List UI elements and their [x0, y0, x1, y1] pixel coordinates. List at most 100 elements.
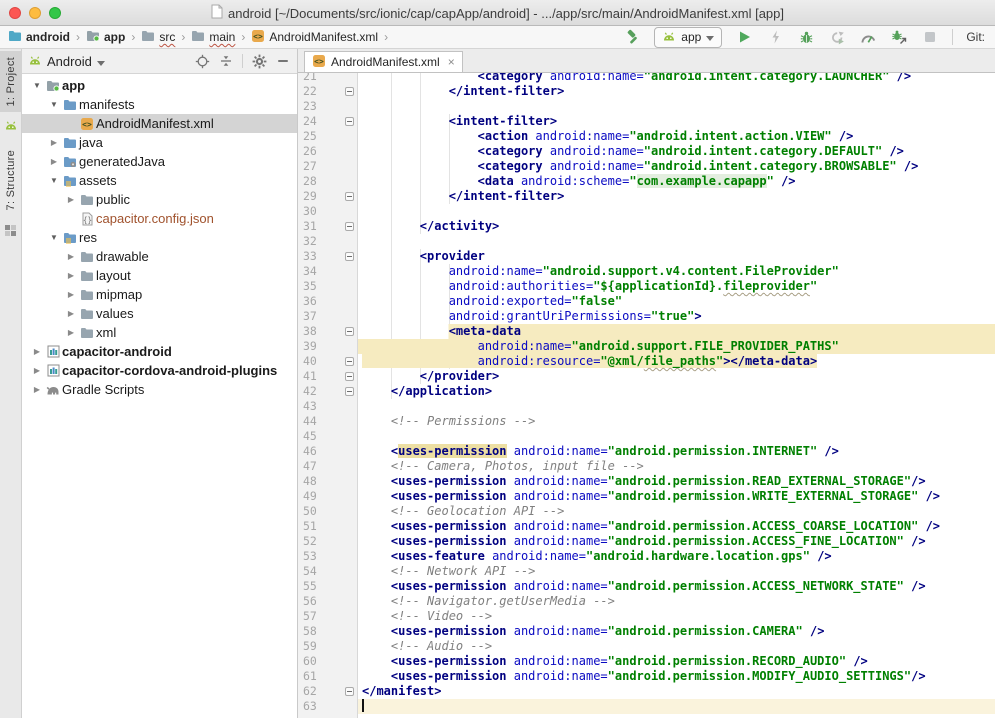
code-line[interactable]: <!-- Geolocation API -->: [358, 504, 995, 519]
tree-item-capacitor-cordova-android-plugins[interactable]: ▶capacitor-cordova-android-plugins: [22, 361, 297, 380]
tool-stripe-tab-7-structure[interactable]: 7: Structure: [0, 144, 22, 216]
code-line[interactable]: <meta-data: [358, 324, 995, 339]
code-line[interactable]: <!-- Camera, Photos, input file -->: [358, 459, 995, 474]
fold-marker-icon[interactable]: [345, 372, 354, 381]
tool-stripe-tab-1-project[interactable]: 1: Project: [0, 51, 22, 112]
expanded-arrow-icon[interactable]: ▼: [47, 233, 61, 242]
code-line[interactable]: <uses-permission android:name="android.p…: [358, 624, 995, 639]
collapsed-arrow-icon[interactable]: ▶: [64, 195, 78, 204]
breadcrumb-item-main[interactable]: main: [189, 29, 237, 46]
collapsed-arrow-icon[interactable]: ▶: [30, 347, 44, 356]
code-line[interactable]: [358, 399, 995, 414]
tree-item-public[interactable]: ▶public: [22, 190, 297, 209]
tree-item-app[interactable]: ▼app: [22, 76, 297, 95]
code-line[interactable]: android:resource="@xml/file_paths"></met…: [358, 354, 995, 369]
fold-marker-icon[interactable]: [345, 327, 354, 336]
code-line[interactable]: [358, 99, 995, 114]
collapsed-arrow-icon[interactable]: ▶: [30, 385, 44, 394]
code-line[interactable]: android:exported="false": [358, 294, 995, 309]
code-line[interactable]: <action android:name="android.intent.act…: [358, 129, 995, 144]
code-line[interactable]: </application>: [358, 384, 995, 399]
code-line[interactable]: <!-- Navigator.getUserMedia -->: [358, 594, 995, 609]
settings-icon[interactable]: [251, 53, 267, 69]
code-line[interactable]: android:name="android.support.v4.content…: [358, 264, 995, 279]
code-line[interactable]: <uses-permission android:name="android.p…: [358, 474, 995, 489]
tree-item-generatedjava[interactable]: ▶generatedJava: [22, 152, 297, 171]
tree-item-capacitor-config-json[interactable]: {}capacitor.config.json: [22, 209, 297, 228]
code-line[interactable]: [358, 234, 995, 249]
code-line[interactable]: <intent-filter>: [358, 114, 995, 129]
tree-item-java[interactable]: ▶java: [22, 133, 297, 152]
code-line[interactable]: <category android:name="android.intent.c…: [358, 73, 995, 84]
code-line[interactable]: <!-- Permissions -->: [358, 414, 995, 429]
tree-item-assets[interactable]: ▼assets: [22, 171, 297, 190]
editor-tab-androidmanifest[interactable]: <> AndroidManifest.xml ×: [304, 51, 463, 72]
debug-icon[interactable]: [797, 28, 815, 46]
close-tab-icon[interactable]: ×: [448, 55, 455, 69]
code-line[interactable]: <uses-permission android:name="android.p…: [358, 444, 995, 459]
collapsed-arrow-icon[interactable]: ▶: [64, 290, 78, 299]
collapsed-arrow-icon[interactable]: ▶: [64, 271, 78, 280]
code-line[interactable]: <uses-feature android:name="android.hard…: [358, 549, 995, 564]
tree-item-drawable[interactable]: ▶drawable: [22, 247, 297, 266]
fold-marker-icon[interactable]: [345, 387, 354, 396]
fold-marker-icon[interactable]: [345, 687, 354, 696]
code-line[interactable]: <category android:name="android.intent.c…: [358, 159, 995, 174]
breadcrumb-item-src[interactable]: src: [139, 29, 177, 46]
tree-item-mipmap[interactable]: ▶mipmap: [22, 285, 297, 304]
breadcrumb-item-android[interactable]: android: [6, 29, 72, 46]
run-configuration-select[interactable]: app: [654, 27, 722, 48]
fold-marker-icon[interactable]: [345, 117, 354, 126]
collapsed-arrow-icon[interactable]: ▶: [64, 252, 78, 261]
code-line[interactable]: <uses-permission android:name="android.p…: [358, 579, 995, 594]
collapsed-arrow-icon[interactable]: ▶: [47, 157, 61, 166]
code-line[interactable]: <uses-permission android:name="android.p…: [358, 519, 995, 534]
code-line[interactable]: <!-- Video -->: [358, 609, 995, 624]
build-hammer-icon[interactable]: [623, 28, 641, 46]
code-line[interactable]: <uses-permission android:name="android.p…: [358, 654, 995, 669]
fold-marker-icon[interactable]: [345, 87, 354, 96]
breadcrumb-item-app[interactable]: app: [84, 29, 127, 46]
code-line[interactable]: </intent-filter>: [358, 84, 995, 99]
code-line[interactable]: </provider>: [358, 369, 995, 384]
hide-icon[interactable]: [275, 53, 291, 69]
code-line[interactable]: android:name="android.support.FILE_PROVI…: [358, 339, 995, 354]
collapsed-arrow-icon[interactable]: ▶: [64, 328, 78, 337]
collapse-all-icon[interactable]: [218, 53, 234, 69]
collapsed-arrow-icon[interactable]: ▶: [47, 138, 61, 147]
run-icon[interactable]: [735, 28, 753, 46]
tree-item-values[interactable]: ▶values: [22, 304, 297, 323]
expanded-arrow-icon[interactable]: ▼: [47, 100, 61, 109]
code-line[interactable]: [358, 699, 995, 714]
code-line[interactable]: <uses-permission android:name="android.p…: [358, 534, 995, 549]
code-line[interactable]: android:authorities="${applicationId}.fi…: [358, 279, 995, 294]
expanded-arrow-icon[interactable]: ▼: [47, 176, 61, 185]
fold-marker-icon[interactable]: [345, 252, 354, 261]
fold-marker-icon[interactable]: [345, 192, 354, 201]
code-line[interactable]: [358, 429, 995, 444]
breadcrumb-item-androidmanifest-xml[interactable]: <>AndroidManifest.xml: [249, 28, 380, 47]
tree-item-xml[interactable]: ▶xml: [22, 323, 297, 342]
expanded-arrow-icon[interactable]: ▼: [30, 81, 44, 90]
code-line[interactable]: </activity>: [358, 219, 995, 234]
tree-item-gradle-scripts[interactable]: ▶Gradle Scripts: [22, 380, 297, 399]
android-head-icon[interactable]: [4, 118, 18, 136]
collapsed-arrow-icon[interactable]: ▶: [64, 309, 78, 318]
code-line[interactable]: <category android:name="android.intent.c…: [358, 144, 995, 159]
code-line[interactable]: </manifest>: [358, 684, 995, 699]
tree-item-androidmanifest-xml[interactable]: <>AndroidManifest.xml: [22, 114, 297, 133]
fold-marker-icon[interactable]: [345, 357, 354, 366]
code-line[interactable]: [358, 204, 995, 219]
code-line[interactable]: <uses-permission android:name="android.p…: [358, 489, 995, 504]
profiler-icon[interactable]: [859, 28, 877, 46]
code-line[interactable]: <data android:scheme="com.example.capapp…: [358, 174, 995, 189]
tree-item-layout[interactable]: ▶layout: [22, 266, 297, 285]
code-area[interactable]: <category android:name="android.intent.c…: [358, 73, 995, 718]
code-line[interactable]: </intent-filter>: [358, 189, 995, 204]
tree-item-res[interactable]: ▼res: [22, 228, 297, 247]
code-line[interactable]: <uses-permission android:name="android.p…: [358, 669, 995, 684]
code-line[interactable]: android:grantUriPermissions="true">: [358, 309, 995, 324]
tree-item-capacitor-android[interactable]: ▶capacitor-android: [22, 342, 297, 361]
collapsed-arrow-icon[interactable]: ▶: [30, 366, 44, 375]
fold-marker-icon[interactable]: [345, 222, 354, 231]
